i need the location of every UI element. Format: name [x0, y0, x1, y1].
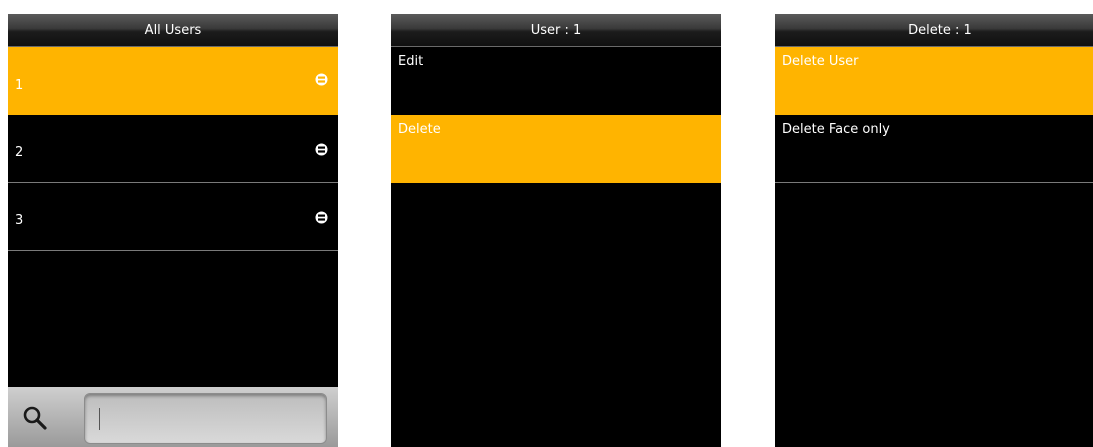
face-icon [315, 73, 328, 86]
menu-item-delete-user[interactable]: Delete User [775, 47, 1093, 115]
screen-title: All Users [8, 14, 338, 47]
text-caret [99, 408, 100, 430]
all-users-screen: All Users 1 2 3 [8, 14, 338, 447]
user-row-3[interactable]: 3 [8, 183, 338, 251]
user-id: 3 [15, 213, 24, 228]
delete-menu-screen: Delete : 1 Delete User Delete Face only [775, 14, 1093, 447]
menu-item-label: Delete [398, 122, 441, 137]
search-bar [8, 387, 338, 447]
user-menu-screen: User : 1 Edit Delete [391, 14, 721, 447]
user-row-2[interactable]: 2 [8, 115, 338, 183]
face-icon [315, 211, 328, 224]
search-icon[interactable] [21, 404, 49, 432]
face-icon [315, 143, 328, 156]
user-id: 1 [15, 78, 24, 93]
user-id: 2 [15, 145, 24, 160]
screen-title: User : 1 [391, 14, 721, 47]
menu-item-label: Delete Face only [782, 122, 890, 137]
menu-item-edit[interactable]: Edit [391, 47, 721, 115]
search-input[interactable] [84, 393, 327, 444]
menu-item-label: Delete User [782, 54, 859, 69]
user-row-1[interactable]: 1 [8, 47, 338, 115]
menu-item-delete-face-only[interactable]: Delete Face only [775, 115, 1093, 183]
menu-item-delete[interactable]: Delete [391, 115, 721, 183]
screen-title: Delete : 1 [775, 14, 1093, 47]
menu-item-label: Edit [398, 54, 424, 69]
